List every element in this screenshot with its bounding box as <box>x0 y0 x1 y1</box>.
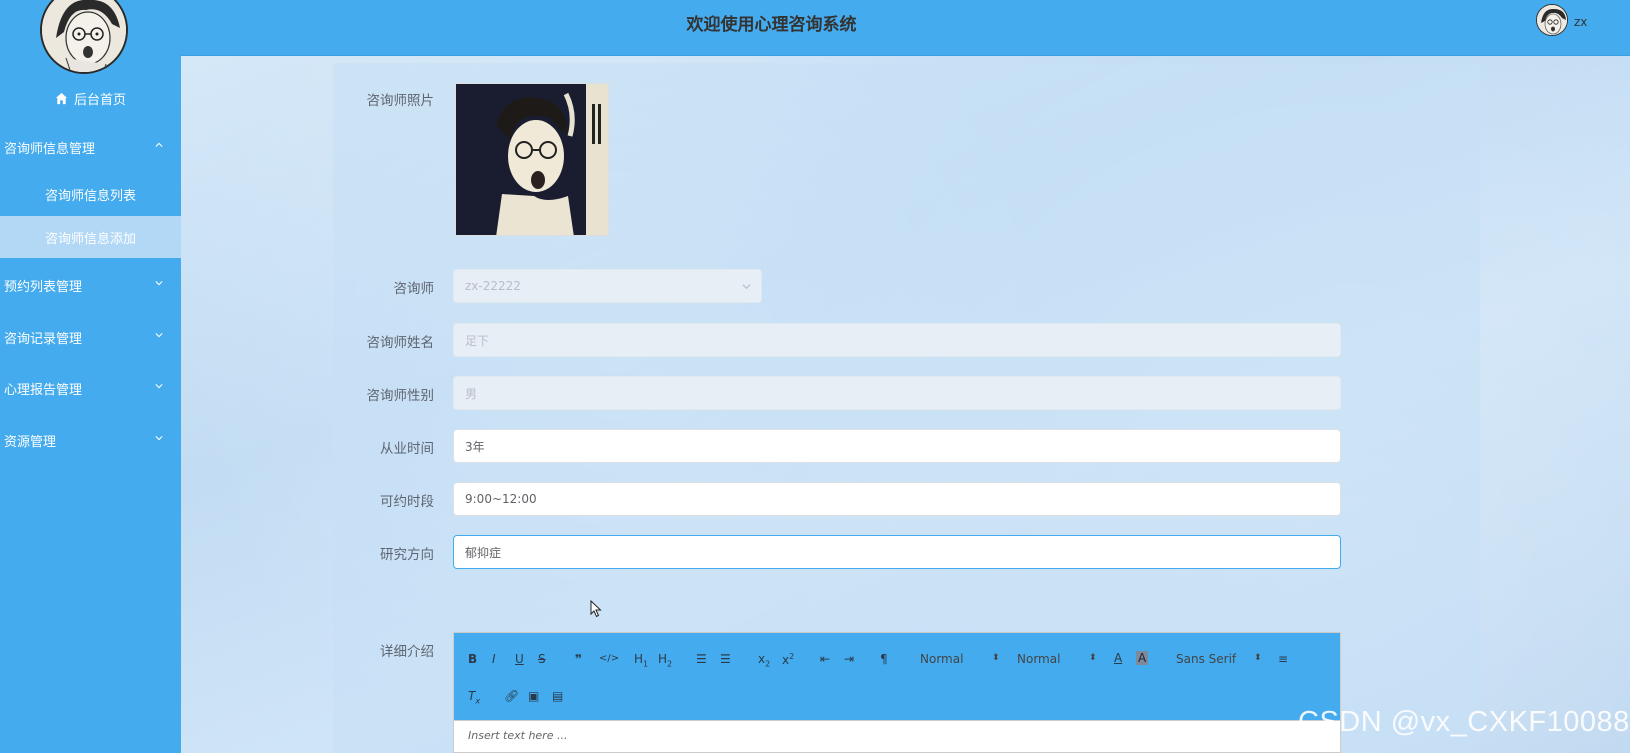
user-name[interactable]: zx <box>1574 15 1587 29</box>
mouse-cursor-icon <box>590 600 602 618</box>
gender-field-value: 男 <box>465 386 478 401</box>
header-select[interactable]: Normal ⬍ <box>1017 652 1097 666</box>
gender-field[interactable]: 男 <box>453 376 1341 410</box>
counselor-select-value: zx-22222 <box>465 279 521 293</box>
ordered-list-icon[interactable]: ☰ <box>696 652 707 666</box>
top-header: 欢迎使用心理咨询系统 <box>181 0 1630 56</box>
page-title: 欢迎使用心理咨询系统 <box>686 15 857 35</box>
sidebar-menu-appointments[interactable]: 预约列表管理 <box>0 265 181 305</box>
chevron-down-icon <box>155 281 163 286</box>
code-block-icon[interactable]: </> <box>599 652 619 666</box>
background-color-icon[interactable]: A <box>1136 651 1149 665</box>
watermark: CSDN @vx_CXKF10088 <box>1298 706 1630 738</box>
sidebar-menu-label: 心理报告管理 <box>4 382 83 398</box>
select-arrows-icon: ⬍ <box>1089 653 1097 663</box>
chevron-down-icon <box>155 436 163 441</box>
editor-content[interactable]: Insert text here ... <box>453 721 1341 753</box>
font-select[interactable]: Sans Serif ⬍ <box>1176 652 1262 666</box>
sidebar-avatar <box>40 0 128 74</box>
chevron-down-icon <box>155 384 163 389</box>
chevron-down-icon <box>155 333 163 338</box>
underline-icon[interactable]: U <box>515 652 524 666</box>
header-select-value: Normal <box>1017 652 1061 666</box>
bold-icon[interactable]: B <box>468 652 477 666</box>
sidebar-subitem-label: 咨询师信息列表 <box>44 188 136 204</box>
gender-label: 咨询师性别 <box>366 388 435 404</box>
sidebar-item-home[interactable]: 后台首页 <box>0 86 181 110</box>
align-icon[interactable]: ≡ <box>1278 652 1288 666</box>
superscript-icon[interactable]: x2 <box>782 650 794 667</box>
outdent-icon[interactable]: ⇤ <box>820 652 830 666</box>
sidebar-menu-label: 咨询师信息管理 <box>4 141 96 157</box>
research-label: 研究方向 <box>380 547 434 563</box>
image-icon[interactable]: ▣ <box>528 689 539 703</box>
name-field-value: 足下 <box>465 333 490 348</box>
years-field-value: 3年 <box>465 439 485 454</box>
chevron-down-icon <box>742 284 751 290</box>
strike-icon[interactable]: S <box>538 652 546 666</box>
sidebar-subitem-label: 咨询师信息添加 <box>44 231 136 247</box>
italic-icon[interactable]: I <box>492 652 496 666</box>
font-select-value: Sans Serif <box>1176 652 1237 666</box>
sidebar-menu-label: 咨询记录管理 <box>4 331 83 347</box>
video-icon[interactable]: ▤ <box>552 689 563 703</box>
size-select-value: Normal <box>920 652 964 666</box>
sidebar-menu-resources[interactable]: 资源管理 <box>0 420 181 460</box>
subscript-icon[interactable]: x2 <box>758 652 770 671</box>
text-direction-icon[interactable]: ¶ <box>880 652 888 666</box>
size-select[interactable]: Normal ⬍ <box>920 652 1000 666</box>
home-icon <box>55 92 68 104</box>
sidebar-subitem-counselor-add[interactable]: 咨询师信息添加 <box>0 216 181 258</box>
hours-field[interactable]: 9:00~12:00 <box>453 482 1341 516</box>
sidebar-subitem-counselor-list[interactable]: 咨询师信息列表 <box>0 173 181 215</box>
link-icon[interactable]: 🔗︎ <box>504 689 519 703</box>
sidebar-menu-counselor-info[interactable]: 咨询师信息管理 <box>0 127 181 167</box>
name-field[interactable]: 足下 <box>453 323 1341 357</box>
photo-label: 咨询师照片 <box>366 93 435 109</box>
sidebar-menu-consult-records[interactable]: 咨询记录管理 <box>0 317 181 357</box>
years-field[interactable]: 3年 <box>453 429 1341 463</box>
user-avatar[interactable] <box>1536 4 1568 36</box>
indent-icon[interactable]: ⇥ <box>844 652 854 666</box>
sidebar: 后台首页 咨询师信息管理 咨询师信息列表 咨询师信息添加 预约列表管理 咨询记录… <box>0 0 181 753</box>
chevron-up-icon <box>155 142 163 147</box>
header2-icon[interactable]: H2 <box>658 652 672 671</box>
header1-icon[interactable]: H1 <box>634 652 648 671</box>
sidebar-menu-label: 资源管理 <box>4 434 57 450</box>
sidebar-menu-label: 预约列表管理 <box>4 279 83 295</box>
bullet-list-icon[interactable]: ☰ <box>720 652 731 666</box>
blockquote-icon[interactable]: ❞ <box>575 652 582 666</box>
research-field[interactable]: 郁抑症 <box>453 535 1341 569</box>
font-color-icon[interactable]: A <box>1114 651 1122 665</box>
sidebar-menu-psych-reports[interactable]: 心理报告管理 <box>0 368 181 408</box>
research-field-value: 郁抑症 <box>465 545 502 560</box>
hours-label: 可约时段 <box>380 494 434 510</box>
clear-format-icon[interactable]: Tx <box>468 689 480 708</box>
select-arrows-icon: ⬍ <box>992 653 1000 663</box>
sidebar-item-label: 后台首页 <box>73 92 126 108</box>
counselor-photo[interactable] <box>455 83 609 236</box>
hours-field-value: 9:00~12:00 <box>465 492 537 506</box>
counselor-label: 咨询师 <box>393 281 435 297</box>
counselor-select[interactable]: zx-22222 <box>453 269 762 303</box>
select-arrows-icon: ⬍ <box>1254 653 1262 663</box>
years-label: 从业时间 <box>380 441 434 457</box>
editor-toolbar: B I U S ❞ </> H1 H2 ☰ ☰ x2 x2 ⇤ ⇥ ¶ Norm… <box>453 632 1341 721</box>
intro-label: 详细介绍 <box>380 644 434 660</box>
name-label: 咨询师姓名 <box>366 335 435 351</box>
